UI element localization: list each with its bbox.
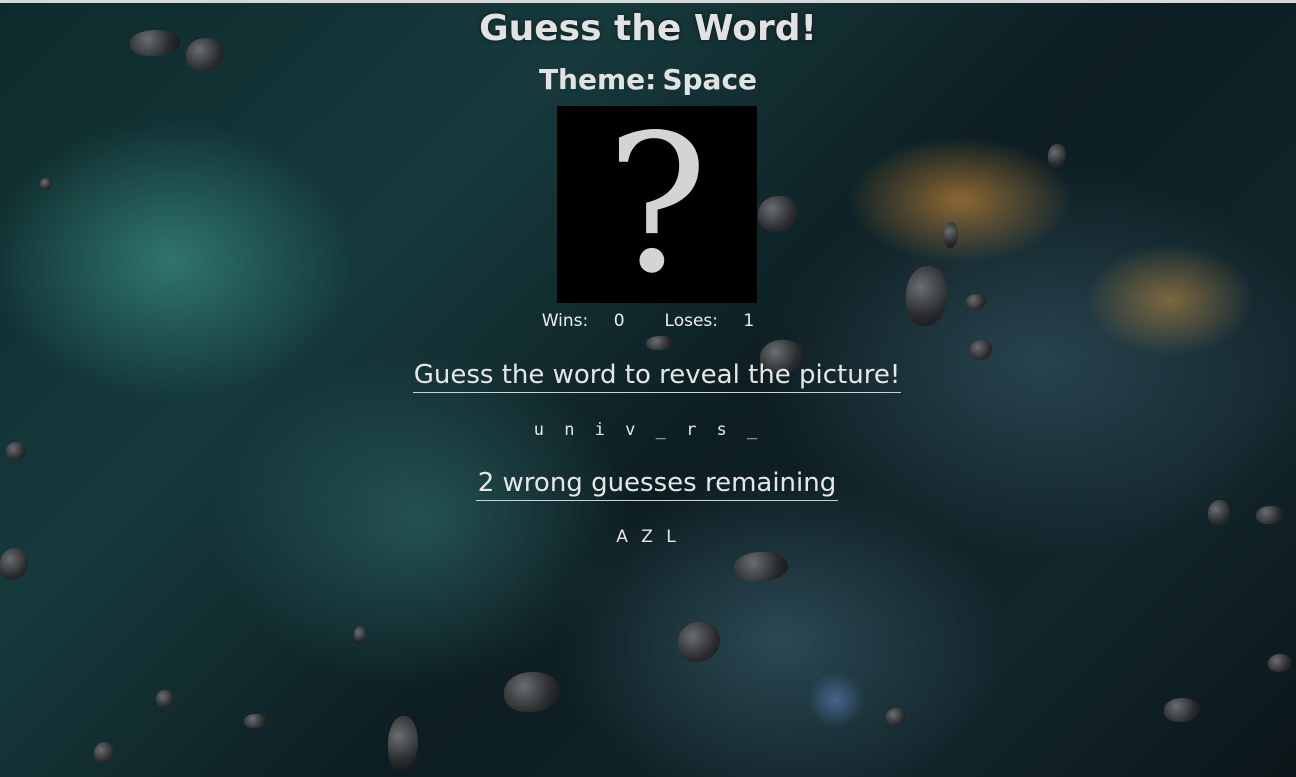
instruction-text: Guess the word to reveal the picture! — [413, 358, 901, 393]
asteroid — [504, 672, 560, 712]
wrong-letters: A Z L — [616, 527, 680, 547]
asteroid — [758, 196, 798, 232]
blue-glow — [808, 672, 864, 728]
theme-heading: Theme: Space — [0, 62, 1296, 98]
asteroid — [944, 222, 958, 248]
asteroid — [1164, 698, 1200, 722]
theme-value: Space — [662, 63, 758, 96]
asteroid — [6, 442, 26, 460]
asteroid — [1048, 144, 1066, 168]
question-mark-icon: ? — [606, 93, 708, 315]
asteroid — [678, 622, 720, 662]
asteroid — [1256, 506, 1284, 524]
asteroid — [734, 552, 788, 582]
page-title: Guess the Word! — [479, 8, 817, 49]
remaining-guesses: 2 wrong guesses remaining — [476, 466, 838, 501]
asteroid — [970, 340, 992, 360]
hidden-picture: ? — [557, 106, 757, 303]
asteroid — [94, 742, 114, 764]
word-display: u n i v _ r s _ — [533, 420, 763, 440]
loses-label: Loses: — [664, 311, 718, 331]
asteroid — [646, 336, 674, 350]
asteroid — [40, 178, 52, 190]
asteroid — [1208, 500, 1230, 526]
score-display: Wins: 0 Loses: 1 — [0, 310, 1296, 332]
top-rule — [0, 0, 1296, 3]
wins-label: Wins: — [541, 311, 589, 331]
asteroid — [886, 708, 906, 726]
asteroid — [388, 716, 418, 772]
asteroid — [1268, 654, 1292, 672]
wins-counter: Wins: 0 — [532, 311, 635, 331]
loses-counter: Loses: 1 — [655, 311, 765, 331]
asteroid — [156, 690, 174, 708]
asteroid — [244, 714, 268, 728]
asteroid — [966, 294, 986, 310]
theme-label: Theme: — [538, 63, 657, 96]
asteroid — [354, 626, 366, 644]
loses-value: 1 — [743, 311, 755, 331]
wins-value: 0 — [613, 311, 625, 331]
asteroid — [0, 548, 28, 580]
